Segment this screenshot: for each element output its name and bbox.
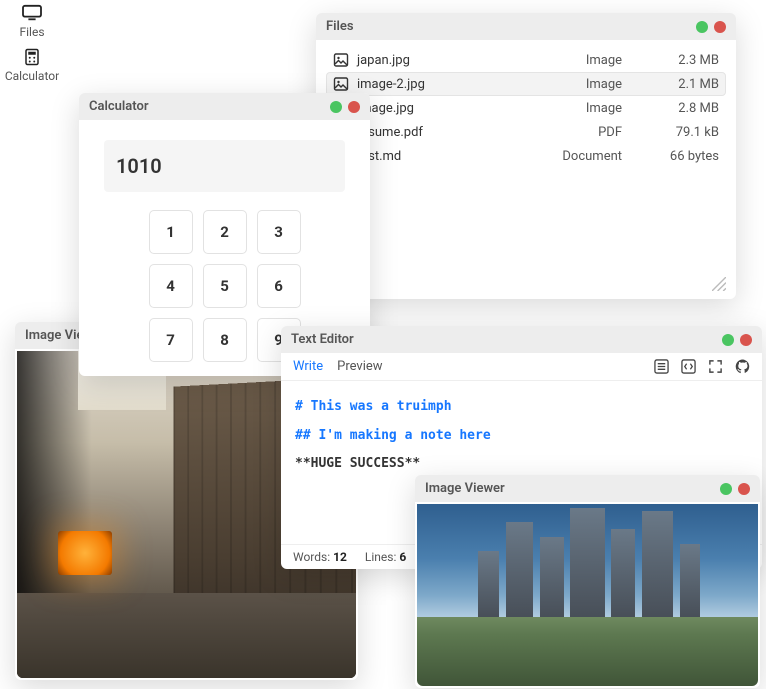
monitor-icon bbox=[21, 4, 43, 22]
file-name: test.md bbox=[357, 149, 515, 164]
titlebar[interactable]: Files bbox=[316, 13, 736, 40]
lines-count: 6 bbox=[399, 550, 406, 564]
file-type: Image bbox=[523, 53, 622, 68]
file-row[interactable]: japan.jpg Image 2.3 MB bbox=[326, 48, 726, 72]
code-icon[interactable] bbox=[681, 359, 696, 374]
github-icon[interactable] bbox=[735, 359, 750, 374]
list-icon[interactable] bbox=[654, 359, 669, 374]
file-size: 66 bytes bbox=[630, 149, 719, 164]
minimize-button[interactable] bbox=[720, 483, 732, 495]
file-row[interactable]: image-2.jpg Image 2.1 MB bbox=[326, 72, 726, 96]
file-size: 79.1 kB bbox=[630, 125, 719, 140]
calc-key-2[interactable]: 2 bbox=[203, 210, 247, 254]
calc-key-1[interactable]: 1 bbox=[149, 210, 193, 254]
close-button[interactable] bbox=[348, 101, 360, 113]
file-size: 2.3 MB bbox=[630, 53, 719, 68]
tab-write[interactable]: Write bbox=[293, 359, 323, 374]
calc-key-6[interactable]: 6 bbox=[257, 264, 301, 308]
lantern-icon bbox=[58, 531, 112, 575]
window-title: Calculator bbox=[89, 99, 149, 114]
calculator-display: 1010 bbox=[104, 140, 345, 192]
window-title: Text Editor bbox=[291, 332, 354, 347]
calculator-icon bbox=[21, 48, 43, 66]
file-row[interactable]: image.jpg Image 2.8 MB bbox=[326, 96, 726, 120]
file-row[interactable]: test.md Document 66 bytes bbox=[326, 144, 726, 168]
calc-key-7[interactable]: 7 bbox=[149, 318, 193, 362]
window-title: Image Viewer bbox=[425, 481, 505, 496]
resize-handle[interactable] bbox=[712, 277, 726, 291]
close-button[interactable] bbox=[714, 21, 726, 33]
image-surface bbox=[417, 504, 758, 686]
image-icon bbox=[333, 76, 349, 92]
file-size: 2.8 MB bbox=[630, 101, 719, 116]
close-button[interactable] bbox=[738, 483, 750, 495]
minimize-button[interactable] bbox=[330, 101, 342, 113]
words-label: Words: bbox=[293, 550, 330, 564]
file-type: Image bbox=[523, 101, 622, 116]
titlebar[interactable]: Image Viewer bbox=[415, 475, 760, 502]
titlebar[interactable]: Calculator bbox=[79, 93, 370, 120]
file-list: japan.jpg Image 2.3 MB image-2.jpg Image 2.1 … bbox=[326, 48, 726, 277]
calculator-app-icon[interactable]: Calculator bbox=[5, 48, 59, 83]
file-size: 2.1 MB bbox=[630, 77, 719, 92]
calc-key-3[interactable]: 3 bbox=[257, 210, 301, 254]
editor-line: **HUGE SUCCESS** bbox=[295, 452, 748, 477]
close-button[interactable] bbox=[740, 334, 752, 346]
image-icon bbox=[333, 52, 349, 68]
titlebar[interactable]: Text Editor bbox=[281, 326, 762, 353]
calc-key-4[interactable]: 4 bbox=[149, 264, 193, 308]
fullscreen-icon[interactable] bbox=[708, 359, 723, 374]
files-app-label: Files bbox=[19, 25, 44, 39]
editor-toolbar: Write Preview bbox=[281, 353, 762, 381]
minimize-button[interactable] bbox=[722, 334, 734, 346]
editor-line: # This was a truimph bbox=[295, 395, 748, 420]
file-type: Document bbox=[523, 149, 622, 164]
files-window[interactable]: Files japan.jpg Image 2.3 MB image-2.jpg Ima… bbox=[316, 13, 736, 299]
file-name: japan.jpg bbox=[357, 53, 515, 68]
calc-key-5[interactable]: 5 bbox=[203, 264, 247, 308]
tab-preview[interactable]: Preview bbox=[337, 359, 382, 374]
file-name: image.jpg bbox=[357, 101, 515, 116]
file-type: PDF bbox=[523, 125, 622, 140]
image-viewer-window-2[interactable]: Image Viewer bbox=[415, 475, 760, 688]
minimize-button[interactable] bbox=[696, 21, 708, 33]
file-type: Image bbox=[523, 77, 622, 92]
calculator-app-label: Calculator bbox=[5, 69, 59, 83]
words-count: 12 bbox=[333, 550, 347, 564]
calc-key-8[interactable]: 8 bbox=[203, 318, 247, 362]
lines-label: Lines: bbox=[365, 550, 396, 564]
file-name: resume.pdf bbox=[357, 125, 515, 140]
file-row[interactable]: resume.pdf PDF 79.1 kB bbox=[326, 120, 726, 144]
window-title: Files bbox=[326, 19, 354, 34]
files-app-icon[interactable]: Files bbox=[5, 4, 59, 39]
file-name: image-2.jpg bbox=[357, 77, 515, 92]
editor-line: ## I'm making a note here bbox=[295, 424, 748, 449]
